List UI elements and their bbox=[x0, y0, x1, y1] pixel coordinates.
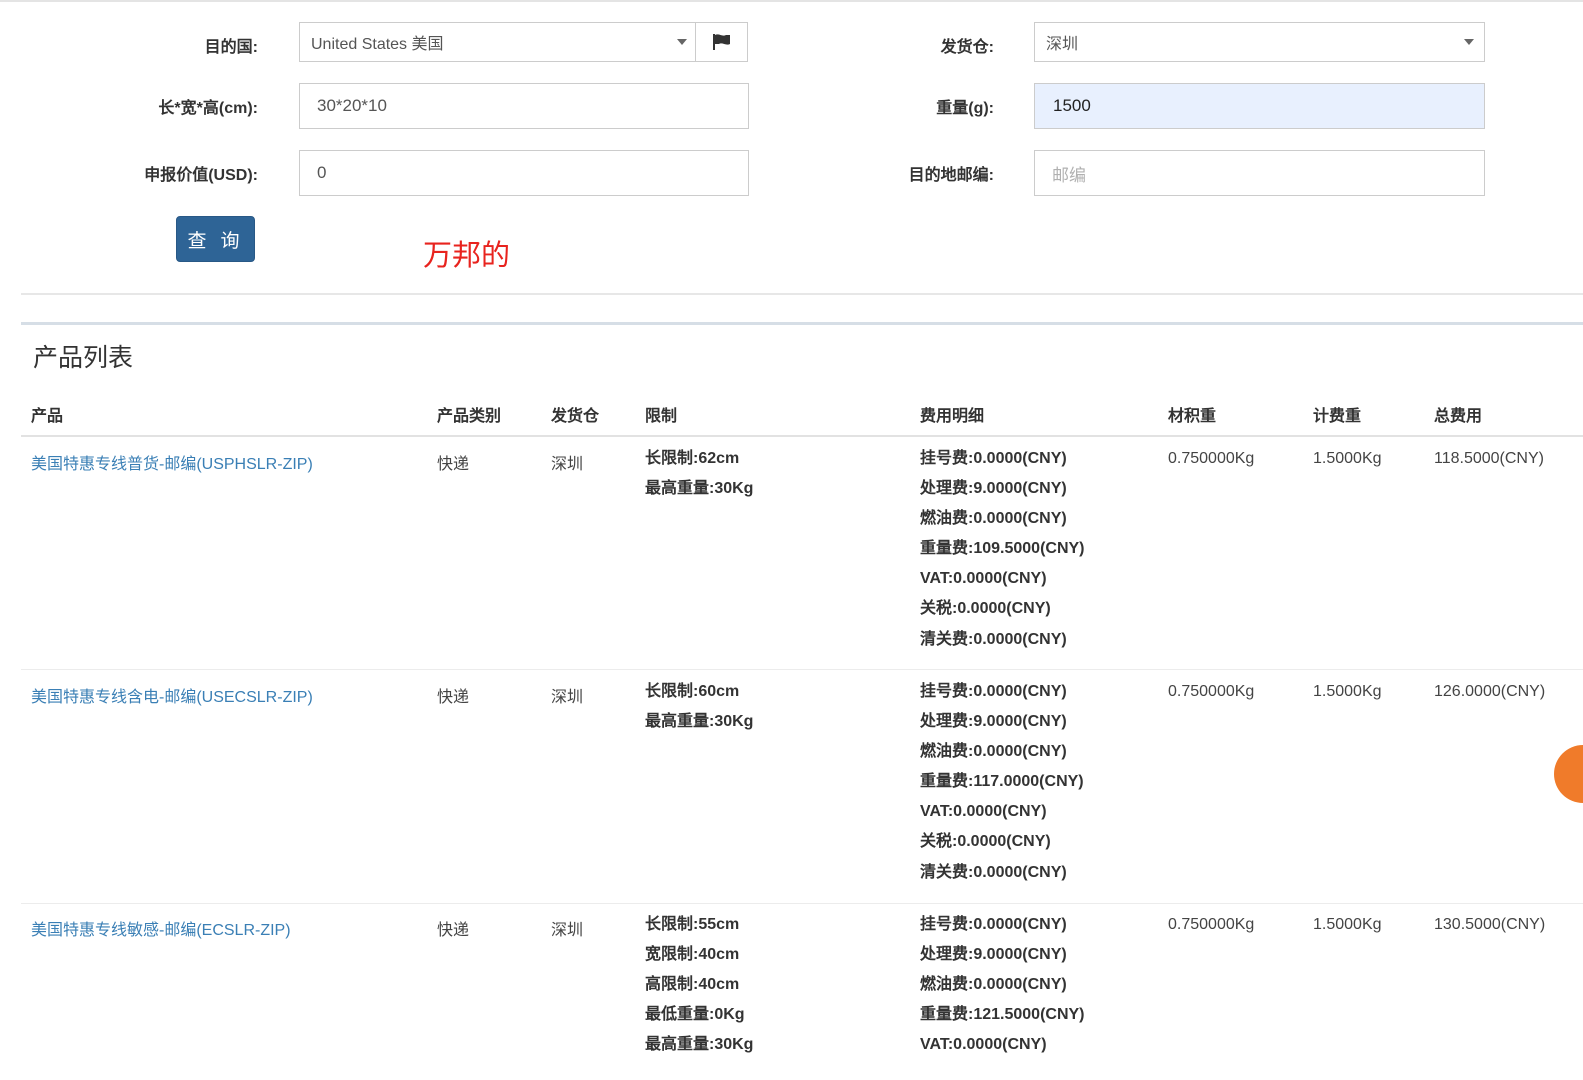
charge-weight: 1.5000Kg bbox=[1313, 683, 1382, 700]
total-fee: 126.0000(CNY) bbox=[1434, 683, 1546, 700]
fee-details: 挂号费:0.0000(CNY) 处理费:9.0000(CNY) 燃油费:0.00… bbox=[920, 444, 1085, 655]
limit-item: 长限制:60cm bbox=[645, 683, 740, 700]
fee-item: 挂号费:0.0000(CNY) bbox=[920, 683, 1067, 700]
fee-item: 燃油费:0.0000(CNY) bbox=[920, 510, 1067, 528]
product-limits: 长限制:55cm 宽限制:40cm 高限制:40cm 最低重量:0Kg 最高重量… bbox=[645, 910, 753, 1060]
limit-item: 长限制:62cm bbox=[645, 450, 740, 467]
limit-item: 宽限制:40cm bbox=[645, 946, 740, 964]
dimensions-value: 30*20*10 bbox=[317, 96, 387, 115]
fee-item: VAT:0.0000(CNY) bbox=[920, 570, 1047, 588]
column-header-volume-weight: 材积重 bbox=[1168, 408, 1217, 425]
column-header-product: 产品 bbox=[31, 408, 64, 425]
limit-item: 最高重量:30Kg bbox=[645, 1036, 754, 1054]
total-fee: 130.5000(CNY) bbox=[1434, 916, 1546, 933]
weight-input[interactable]: 1500 bbox=[1034, 83, 1485, 129]
fee-item: 重量费:117.0000(CNY) bbox=[920, 773, 1084, 791]
warehouse-select[interactable]: 深圳 bbox=[1034, 22, 1485, 62]
volume-weight: 0.750000Kg bbox=[1168, 450, 1255, 467]
fee-details: 挂号费:0.0000(CNY) 处理费:9.0000(CNY) 燃油费:0.00… bbox=[920, 677, 1084, 888]
declared-value-label: 申报价值(USD): bbox=[144, 167, 258, 184]
product-category: 快递 bbox=[437, 689, 470, 706]
limit-item: 长限制:55cm bbox=[645, 916, 740, 933]
dimensions-label: 长*宽*高(cm): bbox=[158, 100, 258, 117]
flag-button[interactable] bbox=[695, 22, 748, 62]
column-header-limits: 限制 bbox=[645, 408, 678, 425]
table-header-divider bbox=[21, 435, 1583, 437]
column-header-total: 总费用 bbox=[1434, 408, 1483, 425]
dimensions-input[interactable]: 30*20*10 bbox=[299, 83, 749, 129]
postcode-label: 目的地邮编: bbox=[908, 167, 994, 184]
destination-select[interactable]: United States 美国 bbox=[299, 22, 696, 62]
limit-item: 最低重量:0Kg bbox=[645, 1006, 745, 1024]
fee-item: 重量费:121.5000(CNY) bbox=[920, 1006, 1085, 1024]
declared-value: 0 bbox=[317, 163, 327, 182]
volume-weight: 0.750000Kg bbox=[1168, 916, 1255, 933]
fee-item: 清关费:0.0000(CNY) bbox=[920, 630, 1067, 648]
fee-item: 关税:0.0000(CNY) bbox=[920, 833, 1051, 851]
product-warehouse: 深圳 bbox=[551, 922, 584, 939]
destination-value: United States 美国 bbox=[311, 36, 444, 53]
fee-item: 燃油费:0.0000(CNY) bbox=[920, 743, 1067, 761]
column-header-category: 产品类别 bbox=[437, 408, 502, 425]
column-header-charge-weight: 计费重 bbox=[1313, 408, 1362, 425]
declared-value-input[interactable]: 0 bbox=[299, 150, 749, 196]
product-limits: 长限制:62cm 最高重量:30Kg bbox=[645, 444, 753, 504]
annotation-text: 万邦的 bbox=[423, 238, 511, 272]
fee-item: VAT:0.0000(CNY) bbox=[920, 803, 1047, 821]
destination-label: 目的国: bbox=[204, 39, 258, 56]
row-divider bbox=[21, 903, 1583, 904]
warehouse-value: 深圳 bbox=[1046, 36, 1079, 53]
weight-label: 重量(g): bbox=[936, 100, 994, 117]
product-limits: 长限制:60cm 最高重量:30Kg bbox=[645, 677, 753, 737]
fee-item: 处理费:9.0000(CNY) bbox=[920, 480, 1067, 498]
fee-item: 关税:0.0000(CNY) bbox=[920, 600, 1051, 618]
caret-down-icon bbox=[1464, 39, 1474, 45]
fee-item: 处理费:9.0000(CNY) bbox=[920, 946, 1067, 964]
warehouse-label: 发货仓: bbox=[940, 39, 994, 56]
product-link[interactable]: 美国特惠专线普货-邮编(USPHSLR-ZIP) bbox=[31, 450, 313, 474]
limit-item: 最高重量:30Kg bbox=[645, 713, 754, 731]
weight-value: 1500 bbox=[1053, 96, 1091, 115]
limit-item: 最高重量:30Kg bbox=[645, 480, 754, 498]
query-button[interactable]: 查 询 bbox=[176, 216, 255, 262]
postcode-input[interactable]: 邮编 bbox=[1034, 150, 1485, 196]
fee-item: 燃油费:0.0000(CNY) bbox=[920, 976, 1067, 994]
product-warehouse: 深圳 bbox=[551, 689, 584, 706]
postcode-placeholder: 邮编 bbox=[1052, 165, 1086, 185]
volume-weight: 0.750000Kg bbox=[1168, 683, 1255, 700]
column-header-fee-details: 费用明细 bbox=[920, 408, 985, 425]
product-link[interactable]: 美国特惠专线敏感-邮编(ECSLR-ZIP) bbox=[31, 916, 291, 940]
product-list-title: 产品列表 bbox=[33, 343, 134, 372]
product-warehouse: 深圳 bbox=[551, 456, 584, 473]
column-header-warehouse: 发货仓 bbox=[551, 408, 600, 425]
charge-weight: 1.5000Kg bbox=[1313, 450, 1382, 467]
product-link[interactable]: 美国特惠专线含电-邮编(USECSLR-ZIP) bbox=[31, 683, 313, 707]
fee-details: 挂号费:0.0000(CNY) 处理费:9.0000(CNY) 燃油费:0.00… bbox=[920, 910, 1085, 1060]
fee-item: VAT:0.0000(CNY) bbox=[920, 1036, 1047, 1054]
row-divider bbox=[21, 669, 1583, 670]
product-category: 快递 bbox=[437, 456, 470, 473]
caret-down-icon bbox=[677, 39, 687, 45]
fee-item: 重量费:109.5000(CNY) bbox=[920, 540, 1085, 558]
product-category: 快递 bbox=[437, 922, 470, 939]
fee-item: 清关费:0.0000(CNY) bbox=[920, 863, 1067, 881]
limit-item: 高限制:40cm bbox=[645, 976, 740, 994]
fee-item: 处理费:9.0000(CNY) bbox=[920, 713, 1067, 731]
flag-icon bbox=[712, 34, 730, 50]
fee-item: 挂号费:0.0000(CNY) bbox=[920, 916, 1067, 933]
total-fee: 118.5000(CNY) bbox=[1434, 450, 1544, 467]
charge-weight: 1.5000Kg bbox=[1313, 916, 1382, 933]
fee-item: 挂号费:0.0000(CNY) bbox=[920, 450, 1067, 467]
